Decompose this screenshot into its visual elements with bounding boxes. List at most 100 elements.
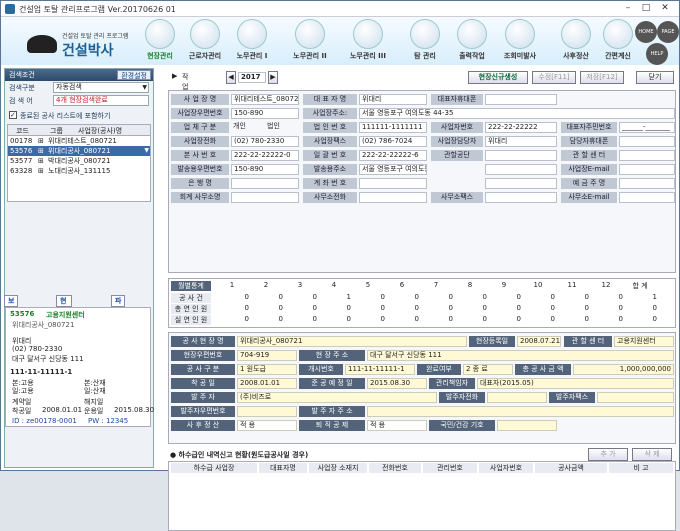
form-field[interactable] [619,150,675,161]
address-field[interactable]: 서울 영등포구 여의도동 44-35 [359,108,675,119]
orderer-fax-field[interactable] [597,392,674,403]
maximize-button[interactable]: □ [639,3,653,14]
menu-inquiry[interactable]: 조회미발사 [501,19,539,65]
delete-sub-button[interactable]: 삭 제 [632,448,672,461]
tab-file-send[interactable]: 파일전송 [111,295,126,338]
env-settings-button[interactable]: 환경설정 [117,70,151,80]
orderer-field[interactable]: (주)비즈로 [237,392,437,403]
site-list-row[interactable]: 00178 ⊞ 위대리테스트_080721 [8,136,150,146]
search-kind-select[interactable]: 자동검색 [53,82,149,93]
total-amount-field[interactable]: 1,000,000,000 [573,364,674,375]
close-button[interactable]: ✕ [658,3,672,14]
orderer-tel-field[interactable] [487,392,547,403]
sub-col-header: 하수급 사업장 [171,463,257,473]
form-field[interactable] [231,178,299,189]
close-form-button[interactable]: 닫기 [636,71,674,84]
help-button[interactable]: HELP [646,43,668,65]
menu-calc[interactable]: 간편계신 [599,19,637,65]
form-field[interactable]: 위대리 [485,136,557,147]
form-field[interactable] [485,164,557,175]
form-field[interactable]: 서울 영등포구 여의도동 44-35 [359,164,427,175]
label: 사무소전화 [303,192,357,203]
form-field[interactable] [619,164,675,175]
form-field[interactable]: 위대리 [359,94,427,105]
menu-print[interactable]: 출력작업 [453,19,491,65]
site-list-row[interactable]: 63328 ⊞ 노대리공사_131115 [8,166,150,176]
expand-icon[interactable]: ⊞ [38,166,44,176]
menu-labor-3[interactable]: 노무관리 III [349,19,387,65]
form-field[interactable] [619,178,675,189]
manager-field[interactable]: 대표자(2015.05) [477,378,674,389]
form-field[interactable] [485,94,557,105]
site-zip-field[interactable]: 704-919 [237,350,297,361]
form-field[interactable]: 222-22-22222-0 [231,150,299,161]
site-list-row[interactable]: 53576 ⊞ 위대리공사_080721 [8,146,150,156]
rep-id-field[interactable]: ______-_______ [619,122,675,133]
menu-worker-management[interactable]: 근로자관리 [186,19,224,65]
label: 관 할 센 터 [561,150,617,161]
search-header: 검색조건 환경설정 [5,69,153,81]
form-field[interactable]: 150-890 [231,164,299,175]
corporation-radio[interactable]: 법인 [265,122,299,133]
form-field[interactable] [619,136,675,147]
form-field[interactable] [359,178,427,189]
start-date-field[interactable]: 2008.01.01 [237,378,297,389]
center-field[interactable]: 고용지원센터 [614,336,674,347]
orderer-address-field[interactable] [367,406,674,417]
menu-labor-1[interactable]: 노무관리 I [233,19,271,65]
project-kind-select[interactable]: 1 원도급 [237,364,297,375]
add-sub-button[interactable]: 추 가 [588,448,628,461]
menu-team[interactable]: 탐 관리 [406,19,444,65]
form-field[interactable]: (02) 780-2330 [231,136,299,147]
stats-cell: 0 [312,293,317,301]
save-button[interactable]: 저장[F12] [580,71,624,84]
search-word-input[interactable]: 4개 현장검색완료 [53,95,149,106]
biz-number-field[interactable]: 222-22-22222 [485,122,557,133]
prev-year-button[interactable]: ◀ [226,71,236,84]
corp-number-field[interactable]: 111111-1111111 [359,122,427,133]
form-field[interactable] [485,178,557,189]
open-number-field[interactable]: 111-11-11111-1 [345,364,415,375]
reg-date-field[interactable]: 2008.07.21 [517,336,561,347]
individual-radio[interactable]: 개인 [231,122,265,133]
menu-settlement[interactable]: 사후정산 [557,19,595,65]
site-list-row[interactable]: 53577 ⊞ 박대리공사_080721 [8,156,150,166]
expand-icon[interactable]: ⊞ [38,146,44,156]
title-bar: 건설업 토탈 관리프로그램 Ver.20170626 01 – □ ✕ [1,1,679,17]
form-field[interactable] [359,192,427,203]
retire-deduct-checkbox[interactable]: 적 용 [367,420,427,431]
stats-cell: 0 [380,315,385,323]
home-button[interactable]: HOME [635,21,657,43]
form-field[interactable] [485,192,557,203]
form-field[interactable] [485,150,557,161]
stats-cell: 0 [244,304,249,312]
expand-icon[interactable]: ⊞ [38,156,44,166]
new-site-button[interactable]: 현장신규생성 [468,71,528,84]
next-year-button[interactable]: ▶ [268,71,278,84]
post-settle-checkbox[interactable]: 적 용 [237,420,297,431]
plan-date-field[interactable]: 2015.08.30 [367,378,427,389]
page-button[interactable]: PAGE [657,21,679,43]
form-field[interactable] [231,192,299,203]
expand-icon[interactable]: ⊞ [38,136,44,146]
menu-labor-2[interactable]: 노무관리 II [291,19,329,65]
form-field[interactable] [619,192,675,203]
project-name-field[interactable]: 위대리공사_080721 [237,336,467,347]
sub-title: ● 하수급인 내역신고 현황(원도급공사일 경우) [170,451,309,459]
orderer-zip-field[interactable] [237,406,297,417]
tab-site-id[interactable]: 현장ID생성 [56,295,73,349]
form-field[interactable]: 222-22-22222-6 [359,150,427,161]
minimize-button[interactable]: – [621,3,635,14]
form-field[interactable]: (02) 786-7024 [359,136,427,147]
tab-insurance-check[interactable]: 보험료확인 [4,295,19,349]
card-address: 대구 달서구 신당동 111 [12,355,84,363]
subcontract-table: 하수급 사업장 대표자명 사업장 소재지 전화번호 관리번호 사업자번호 공사금액 비 고 [168,461,676,531]
pension-field[interactable] [497,420,557,431]
menu-site-management[interactable]: 현장관리 [141,19,179,65]
end-status-select[interactable]: 2 종 료 [463,364,513,375]
include-closed-checkbox[interactable]: ✓ [9,111,17,119]
zip-field[interactable]: 150-890 [231,108,299,119]
edit-button[interactable]: 수정[F11] [532,71,576,84]
form-field[interactable]: 위대리테스트_080721 [231,94,299,105]
site-address-field[interactable]: 대구 달서구 신당동 111 [367,350,674,361]
